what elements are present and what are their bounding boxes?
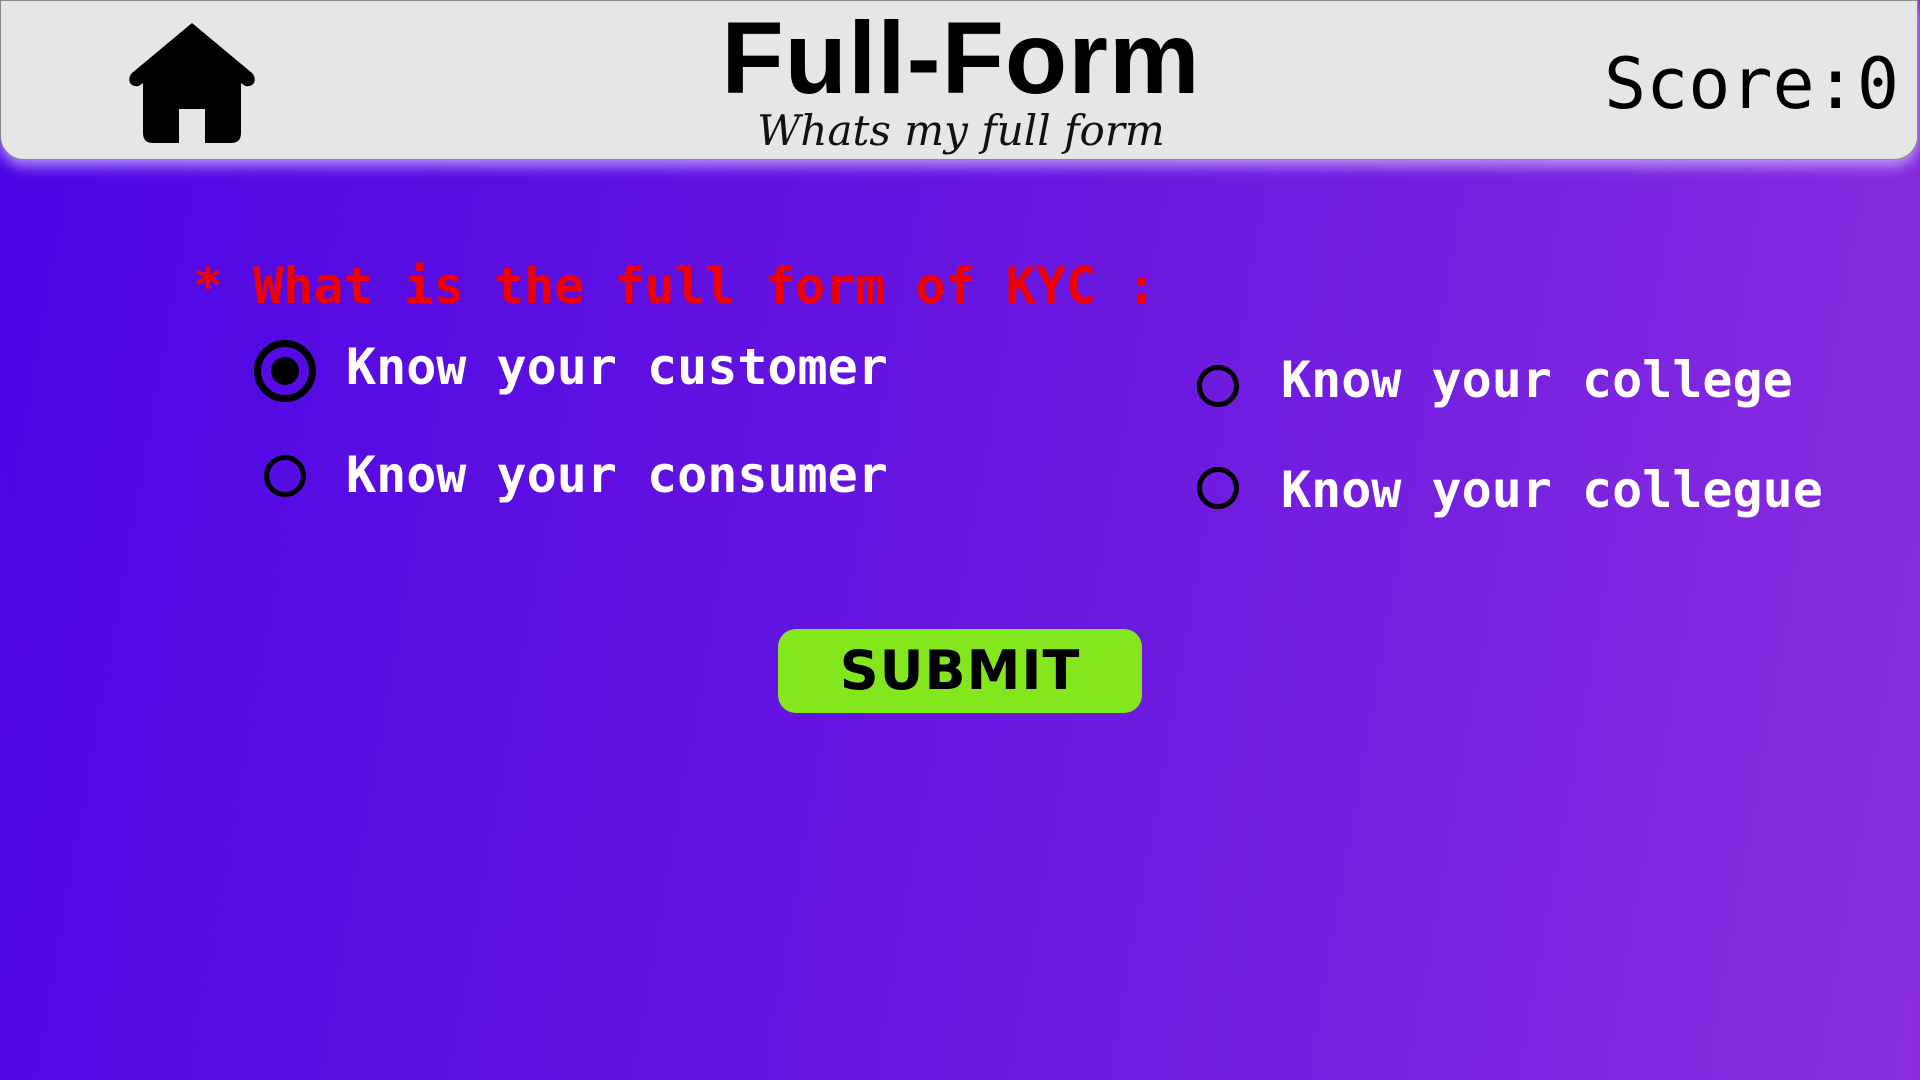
- option-label: Know your college: [1281, 351, 1793, 409]
- submit-button[interactable]: SUBMIT: [778, 629, 1142, 713]
- score-label: Score:: [1603, 43, 1857, 125]
- option-label: Know your consumer: [346, 446, 888, 504]
- radio-selected-icon[interactable]: [254, 340, 316, 402]
- option-know-your-college[interactable]: Know your college: [1195, 348, 1835, 418]
- score-display: Score:0: [1604, 39, 1899, 129]
- option-label: Know your customer: [346, 338, 888, 396]
- radio-dot-icon: [271, 357, 299, 385]
- option-know-your-collegue[interactable]: Know your collegue: [1195, 458, 1875, 528]
- question-text: * What is the full form of KYC :: [193, 257, 1157, 315]
- radio-unselected-icon[interactable]: [264, 455, 306, 497]
- option-know-your-consumer[interactable]: Know your consumer: [250, 443, 930, 513]
- app-header: Full-Form Whats my full form Score:0: [0, 0, 1918, 160]
- score-value: 0: [1856, 43, 1899, 125]
- option-know-your-customer[interactable]: Know your customer: [250, 335, 930, 405]
- option-label: Know your collegue: [1281, 461, 1823, 519]
- radio-unselected-icon[interactable]: [1197, 467, 1239, 509]
- radio-unselected-icon[interactable]: [1197, 365, 1239, 407]
